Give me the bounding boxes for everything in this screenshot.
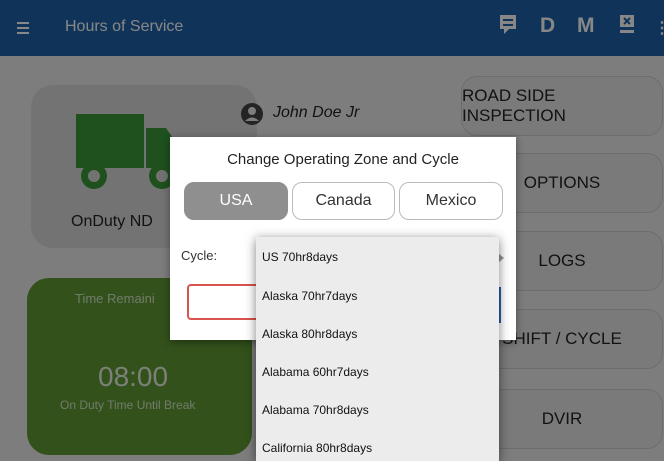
dialog-title: Change Operating Zone and Cycle (227, 151, 459, 168)
zone-canada-button[interactable]: Canada (292, 182, 395, 220)
cycle-dropdown[interactable]: US 70hr8days Alaska 70hr7days Alaska 80h… (256, 237, 499, 461)
zone-mexico-button[interactable]: Mexico (399, 182, 503, 220)
cycle-option[interactable]: Alabama 60hr7days (256, 353, 499, 391)
cycle-option[interactable]: Alaska 80hr8days (256, 315, 499, 353)
cycle-option[interactable]: Alabama 70hr8days (256, 391, 499, 429)
cycle-option[interactable]: US 70hr8days (256, 237, 499, 277)
cycle-option[interactable]: Alaska 70hr7days (256, 277, 499, 315)
cycle-label: Cycle: (181, 248, 218, 263)
zone-usa-button[interactable]: USA (184, 182, 288, 220)
cycle-option[interactable]: California 80hr8days (256, 429, 499, 461)
